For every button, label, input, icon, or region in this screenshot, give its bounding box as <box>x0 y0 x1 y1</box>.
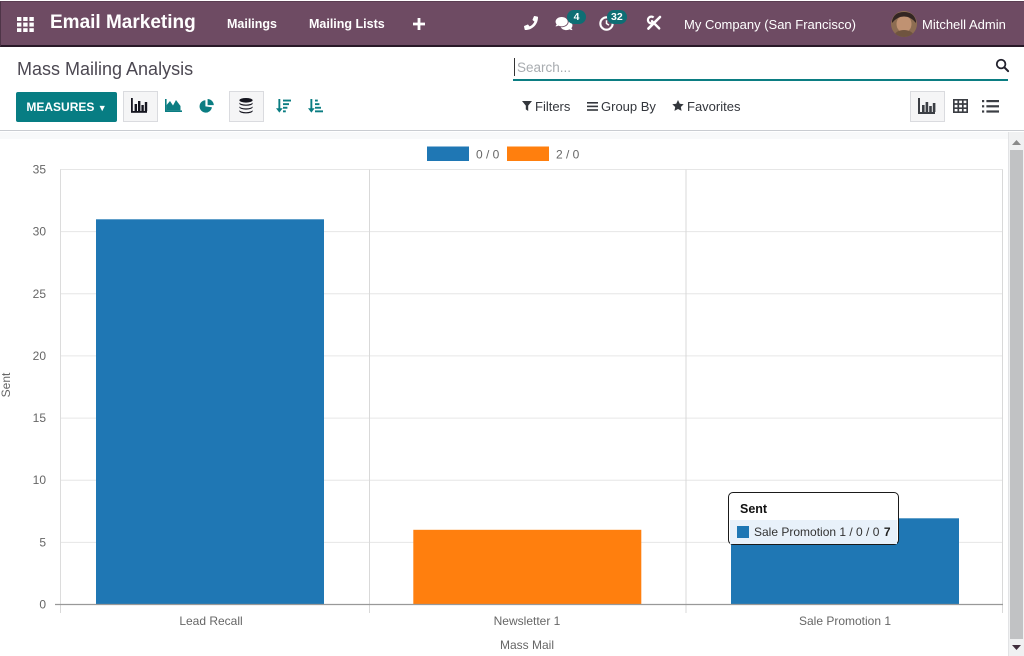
svg-text:10: 10 <box>33 473 47 487</box>
svg-text:2 / 0: 2 / 0 <box>556 148 580 162</box>
svg-text:Sale Promotion 1: Sale Promotion 1 <box>799 614 891 628</box>
svg-text:Sent: Sent <box>0 372 13 397</box>
svg-text:25: 25 <box>33 287 47 301</box>
svg-text:30: 30 <box>33 225 47 239</box>
svg-text:5: 5 <box>39 535 46 549</box>
svg-text:Newsletter 1: Newsletter 1 <box>494 614 561 628</box>
svg-text:15: 15 <box>33 411 47 425</box>
svg-text:0 / 0: 0 / 0 <box>476 148 500 162</box>
svg-text:0: 0 <box>39 598 46 612</box>
svg-text:Mass Mail: Mass Mail <box>500 638 554 652</box>
svg-text:20: 20 <box>33 349 47 363</box>
svg-text:35: 35 <box>33 163 47 177</box>
svg-text:Lead Recall: Lead Recall <box>179 614 242 628</box>
